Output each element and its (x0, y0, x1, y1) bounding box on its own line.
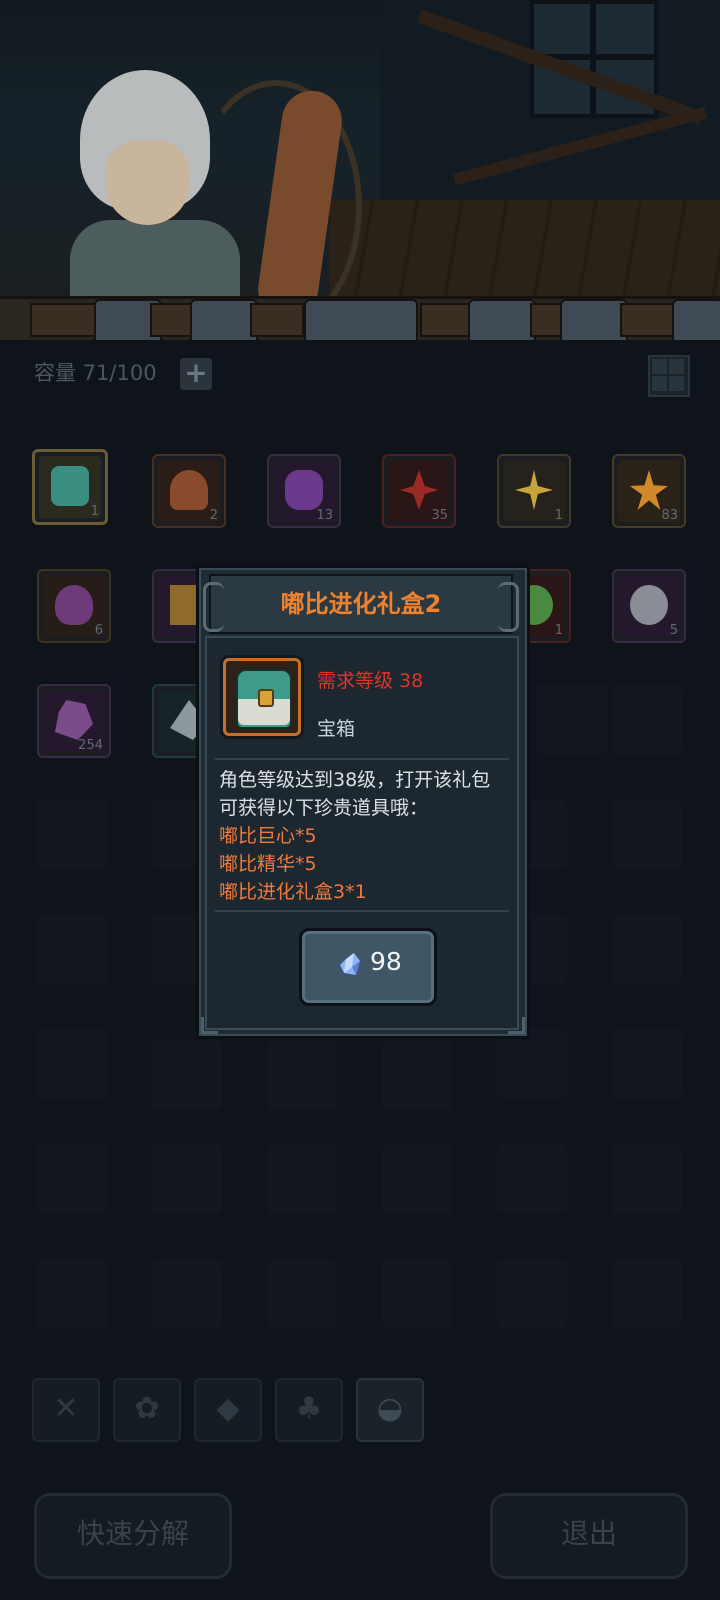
item-icon-frame (223, 658, 301, 736)
item-count: 6 (94, 623, 103, 638)
frame-corner (508, 1017, 525, 1034)
shelf-peg (560, 299, 628, 343)
character-scene (0, 0, 720, 335)
item-count: 5 (669, 623, 678, 638)
frame-corner (201, 1017, 218, 1034)
reward-line: 嘟比进化礼盒3*1 (219, 881, 367, 903)
reward-line: 嘟比巨心*5 (219, 825, 317, 847)
treasure-chest-icon (236, 669, 292, 729)
character-portrait (40, 60, 362, 332)
purple-flame-icon (55, 585, 93, 625)
item-count: 2 (209, 508, 218, 523)
capacity-label: 容量 71/100 (34, 361, 157, 385)
description-line: 可获得以下珍贵道具哦： (219, 797, 429, 819)
item-count: 1 (554, 508, 563, 523)
level-requirement: 需求等级 38 (317, 670, 424, 692)
item-detail-popup: 嘟比进化礼盒2 需求等级 38 宝箱 角色等级达到38级，打开该礼包 可获得以下… (196, 565, 530, 1039)
popup-title: 嘟比进化礼盒2 (280, 590, 442, 618)
mushroom-icon (170, 470, 208, 510)
inventory-slot[interactable]: 1 (32, 449, 108, 525)
shelf-divider (0, 296, 720, 344)
purple-stone-icon (285, 470, 323, 510)
inventory-slot[interactable]: 254 (37, 684, 111, 758)
item-count: 1 (554, 623, 563, 638)
shelf-peg (672, 299, 720, 343)
leaf-icon[interactable]: ♣ (275, 1378, 343, 1442)
shelf-slat (420, 303, 474, 337)
shelf-peg (304, 299, 418, 343)
exit-button[interactable]: 退出 (490, 1493, 688, 1579)
item-count: 35 (431, 508, 448, 523)
item-type: 宝箱 (317, 718, 356, 740)
inventory-slot[interactable]: 5 (612, 569, 686, 643)
gem-icon[interactable]: ◆ (194, 1378, 262, 1442)
quick-decompose-button[interactable]: 快速分解 (34, 1493, 232, 1579)
tools-icon[interactable]: ✕ (32, 1378, 100, 1442)
shelf-slat (620, 303, 674, 337)
description-line: 角色等级达到38级，打开该礼包 (219, 769, 491, 791)
crystal-icon (340, 953, 360, 975)
shelf-peg (468, 299, 536, 343)
item-description: 角色等级达到38级，打开该礼包 可获得以下珍贵道具哦： 嘟比巨心*5 嘟比精华*… (219, 766, 513, 906)
popup-titlebar: 嘟比进化礼盒2 (203, 574, 519, 634)
divider (215, 758, 509, 760)
popup-body: 需求等级 38 宝箱 角色等级达到38级，打开该礼包 可获得以下珍贵道具哦： 嘟… (205, 636, 519, 1030)
inventory-slot[interactable]: 1 (497, 454, 571, 528)
item-count: 254 (78, 738, 103, 753)
character-face (105, 140, 190, 225)
item-count: 83 (661, 508, 678, 523)
item-count: 13 (316, 508, 333, 523)
chest-icon[interactable]: ◒ (356, 1378, 424, 1442)
shelf-slat (250, 303, 304, 337)
shelf-slat (30, 303, 104, 337)
inventory-slot[interactable]: 83 (612, 454, 686, 528)
inventory-slot[interactable]: 2 (152, 454, 226, 528)
gear-stone-icon (630, 585, 668, 625)
shelf-peg (190, 299, 258, 343)
inventory-slot[interactable]: 13 (267, 454, 341, 528)
item-count: 1 (90, 504, 99, 519)
inventory-slot[interactable]: 35 (382, 454, 456, 528)
inventory-slot[interactable]: 6 (37, 569, 111, 643)
wooden-floor (330, 200, 720, 310)
reward-line: 嘟比精华*5 (219, 853, 317, 875)
buy-button[interactable]: 98 (299, 928, 437, 1006)
grid-icon[interactable] (648, 355, 690, 397)
treasure-chest-icon (51, 466, 89, 506)
price-value: 98 (370, 947, 402, 976)
paw-icon[interactable]: ✿ (113, 1378, 181, 1442)
plus-icon[interactable]: + (180, 358, 212, 390)
divider (215, 910, 509, 912)
